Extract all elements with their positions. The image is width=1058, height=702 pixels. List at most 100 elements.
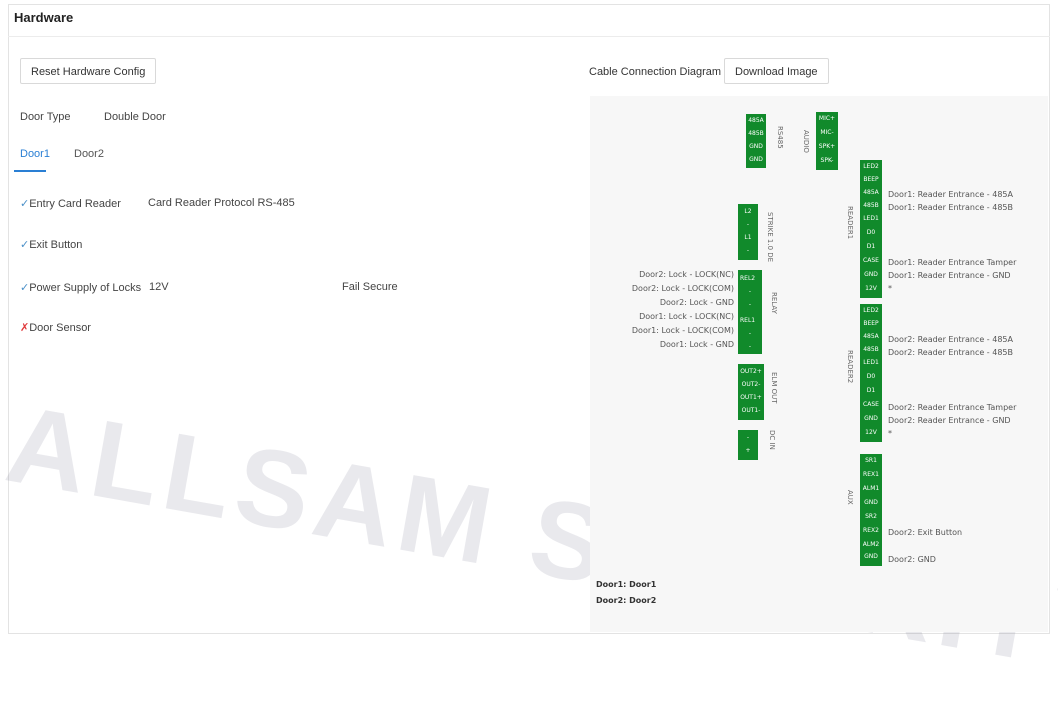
audio-label: AUDIO: [802, 130, 810, 153]
pin-case: CASE: [863, 257, 879, 264]
reader2-terminal: LED2 BEEP 485A 485B LED1 D0 D1 CASE GND …: [860, 304, 882, 442]
pin-alm1: ALM1: [862, 485, 880, 492]
cable-connection-diagram-tab[interactable]: Cable Connection Diagram: [584, 58, 727, 84]
relay-label: RELAY: [770, 292, 778, 314]
pin-blank: -: [748, 330, 752, 337]
relay-wire-door2-com: Door2: Lock - LOCK(COM): [631, 284, 734, 293]
pin-12v: 12V: [865, 285, 877, 292]
audio-terminal: MIC+ MIC- SPK+ SPK-: [816, 112, 838, 170]
pin-led1: LED1: [863, 215, 879, 222]
pin-gnd: GND: [749, 143, 763, 150]
pin-rel2: REL2: [740, 275, 756, 282]
relay-wire-door2-gnd: Door2: Lock - GND: [659, 298, 734, 307]
power-supply-label: Power Supply of Locks: [29, 282, 142, 294]
pin-blank: -: [746, 247, 750, 254]
reader2-wire-tamper: Door2: Reader Entrance Tamper: [888, 403, 1017, 412]
pin-485b: 485B: [863, 202, 879, 209]
pin-rel1: REL1: [740, 317, 756, 324]
pin-485b: 485B: [863, 346, 879, 353]
relay-wire-door1-com: Door1: Lock - LOCK(COM): [631, 326, 734, 335]
cable-connection-diagram: [590, 96, 1048, 632]
pin-sr2: SR2: [865, 513, 877, 520]
reader2-wire-gnd: Door2: Reader Entrance - GND: [888, 416, 1011, 425]
check-icon: ✓: [20, 239, 30, 251]
power-supply-row[interactable]: ✓Power Supply of Locks: [20, 281, 141, 294]
pin-out2-minus: OUT2-: [741, 381, 761, 388]
entry-card-reader-row[interactable]: ✓Entry Card Reader: [20, 197, 121, 210]
pin-out2-plus: OUT2+: [740, 368, 762, 375]
exit-button-label: Exit Button: [29, 239, 83, 251]
card-reader-protocol: Card Reader Protocol RS-485: [148, 197, 295, 209]
pin-d0: D0: [866, 373, 876, 380]
pin-485a: 485A: [863, 333, 879, 340]
pin-d1: D1: [866, 243, 876, 250]
reader2-wire-485a: Door2: Reader Entrance - 485A: [888, 335, 1013, 344]
pin-gnd: GND: [864, 271, 878, 278]
relay-terminal: REL2 - - REL1 - -: [738, 270, 762, 354]
pin-spk-plus: SPK+: [818, 143, 836, 150]
pin-gnd: GND: [864, 499, 878, 506]
relay-wire-door1-nc: Door1: Lock - LOCK(NC): [639, 312, 734, 321]
pin-d0: D0: [866, 229, 876, 236]
pin-blank: -: [748, 343, 752, 350]
door-sensor-label: Door Sensor: [29, 322, 91, 334]
reader1-wire-485a: Door1: Reader Entrance - 485A: [888, 190, 1013, 199]
pin-gnd: GND: [864, 553, 878, 560]
pin-led2: LED2: [863, 163, 879, 170]
lock-voltage: 12V: [149, 281, 169, 293]
relay-wire-door1-gnd: Door1: Lock - GND: [659, 340, 734, 349]
tab-door2[interactable]: Door2: [74, 148, 104, 160]
pin-d1: D1: [866, 387, 876, 394]
tab-door1[interactable]: Door1: [20, 148, 50, 160]
strike-terminal: L2 - L1 -: [738, 204, 758, 260]
pin-led1: LED1: [863, 359, 879, 366]
dc-in-label: DC IN: [768, 430, 776, 450]
pin-l1: L1: [744, 234, 752, 241]
pin-mic-plus: MIC+: [818, 115, 836, 122]
door-type-value: Double Door: [104, 111, 166, 123]
pin-485a: 485A: [748, 117, 764, 124]
pin-out1-plus: OUT1+: [740, 394, 762, 401]
rs485-terminal: 485A 485B GND GND: [746, 114, 766, 168]
door-type-label: Door Type: [20, 111, 71, 123]
cross-icon: ✗: [20, 322, 30, 334]
reader1-wire-mark: *: [888, 284, 892, 293]
rs485-label: RS485: [776, 126, 784, 149]
door-sensor-row[interactable]: ✗Door Sensor: [20, 321, 91, 334]
pin-blank: -: [748, 288, 752, 295]
pin-485a: 485A: [863, 189, 879, 196]
entry-card-reader-label: Entry Card Reader: [29, 198, 121, 210]
reader1-wire-485b: Door1: Reader Entrance - 485B: [888, 203, 1013, 212]
check-icon: ✓: [20, 198, 30, 210]
pin-mic-minus: MIC-: [820, 129, 834, 136]
aux-terminal: SR1 REX1 ALM1 GND SR2 REX2 ALM2 GND: [860, 454, 882, 566]
pin-rex1: REX1: [863, 471, 879, 478]
reset-hardware-config-button[interactable]: Reset Hardware Config: [20, 58, 157, 84]
exit-button-row[interactable]: ✓Exit Button: [20, 238, 82, 251]
pin-led2: LED2: [863, 307, 879, 314]
pin-alm2: ALM2: [862, 541, 880, 548]
relay-wire-door2-nc: Door2: Lock - LOCK(NC): [639, 270, 734, 279]
pin-gnd: GND: [749, 156, 763, 163]
strike-label: STRIKE 1.0 DE: [766, 212, 774, 263]
pin-485b: 485B: [748, 130, 764, 137]
aux-wire-gnd: Door2: GND: [888, 555, 936, 564]
pin-blank: -: [748, 301, 752, 308]
pin-dc-minus: -: [746, 434, 750, 441]
aux-label: AUX: [846, 490, 854, 505]
pin-rex2: REX2: [863, 527, 879, 534]
elm-out-label: ELM OUT: [770, 372, 778, 404]
active-tab-indicator: [14, 170, 46, 172]
pin-out1-minus: OUT1-: [741, 407, 761, 414]
pin-dc-plus: +: [745, 447, 751, 454]
pin-l2: L2: [744, 208, 752, 215]
dc-in-terminal: - +: [738, 430, 758, 460]
pin-beep: BEEP: [863, 320, 879, 327]
reader1-wire-tamper: Door1: Reader Entrance Tamper: [888, 258, 1017, 267]
reader1-terminal: LED2 BEEP 485A 485B LED1 D0 D1 CASE GND …: [860, 160, 882, 298]
pin-12v: 12V: [865, 429, 877, 436]
reader2-label: READER2: [846, 350, 854, 384]
lock-mode: Fail Secure: [342, 281, 398, 293]
page-title: Hardware: [14, 10, 74, 25]
download-image-button[interactable]: Download Image: [724, 58, 829, 84]
